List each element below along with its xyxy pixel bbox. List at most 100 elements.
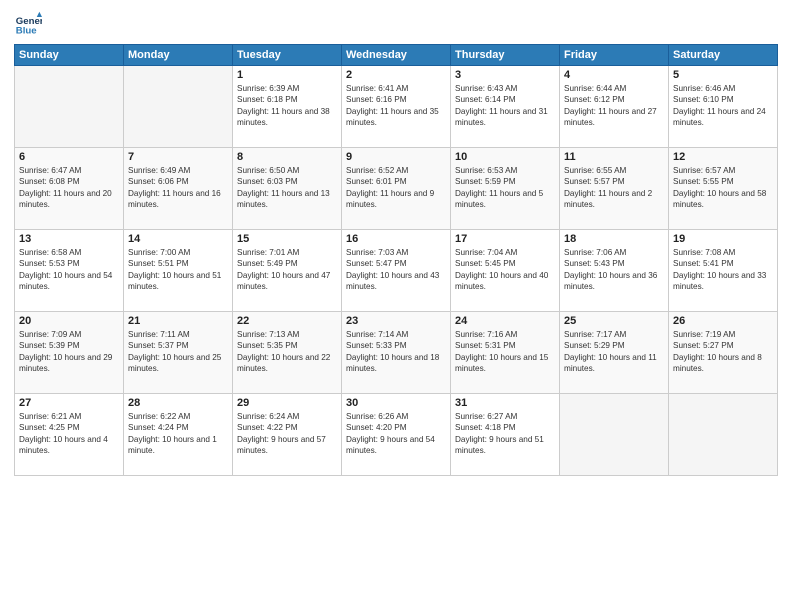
day-number: 18: [564, 233, 664, 245]
day-info: Sunrise: 7:16 AMSunset: 5:31 PMDaylight:…: [455, 329, 555, 375]
calendar-cell: 4 Sunrise: 6:44 AMSunset: 6:12 PMDaylight…: [560, 66, 669, 148]
day-number: 1: [237, 69, 337, 81]
calendar-cell: 6 Sunrise: 6:47 AMSunset: 6:08 PMDaylight…: [15, 148, 124, 230]
day-number: 10: [455, 151, 555, 163]
calendar-cell: 12 Sunrise: 6:57 AMSunset: 5:55 PMDayligh…: [669, 148, 778, 230]
calendar-cell: 30 Sunrise: 6:26 AMSunset: 4:20 PMDayligh…: [342, 394, 451, 476]
day-info: Sunrise: 6:52 AMSunset: 6:01 PMDaylight:…: [346, 165, 446, 211]
day-number: 19: [673, 233, 773, 245]
calendar-cell: 10 Sunrise: 6:53 AMSunset: 5:59 PMDayligh…: [451, 148, 560, 230]
day-number: 26: [673, 315, 773, 327]
calendar-week-row: 27 Sunrise: 6:21 AMSunset: 4:25 PMDayligh…: [15, 394, 778, 476]
day-number: 3: [455, 69, 555, 81]
calendar-week-row: 20Sunrise: 7:09 AMSunset: 5:39 PMDayligh…: [15, 312, 778, 394]
day-info: Sunrise: 7:03 AMSunset: 5:47 PMDaylight:…: [346, 247, 446, 293]
day-number: 7: [128, 151, 228, 163]
day-number: 2: [346, 69, 446, 81]
calendar-cell: 16 Sunrise: 7:03 AMSunset: 5:47 PMDayligh…: [342, 230, 451, 312]
day-number: 11: [564, 151, 664, 163]
day-info: Sunrise: 6:53 AMSunset: 5:59 PMDaylight:…: [455, 165, 555, 211]
day-number: 9: [346, 151, 446, 163]
header: General Blue: [14, 10, 778, 38]
calendar-cell: 9 Sunrise: 6:52 AMSunset: 6:01 PMDaylight…: [342, 148, 451, 230]
day-info: Sunrise: 6:39 AMSunset: 6:18 PMDaylight:…: [237, 83, 337, 129]
calendar-cell: 29Sunrise: 6:24 AMSunset: 4:22 PMDayligh…: [233, 394, 342, 476]
day-info: Sunrise: 7:00 AMSunset: 5:51 PMDaylight:…: [128, 247, 228, 293]
calendar-weekday-header: Monday: [124, 45, 233, 66]
calendar-cell: 22 Sunrise: 7:13 AMSunset: 5:35 PMDayligh…: [233, 312, 342, 394]
calendar-cell: 24 Sunrise: 7:16 AMSunset: 5:31 PMDayligh…: [451, 312, 560, 394]
calendar-weekday-header: Tuesday: [233, 45, 342, 66]
day-info: Sunrise: 7:14 AMSunset: 5:33 PMDaylight:…: [346, 329, 446, 375]
calendar-cell: 13 Sunrise: 6:58 AMSunset: 5:53 PMDayligh…: [15, 230, 124, 312]
day-number: 4: [564, 69, 664, 81]
calendar-cell: 2Sunrise: 6:41 AMSunset: 6:16 PMDaylight…: [342, 66, 451, 148]
day-number: 27: [19, 397, 119, 409]
day-number: 6: [19, 151, 119, 163]
calendar-cell: 14Sunrise: 7:00 AMSunset: 5:51 PMDayligh…: [124, 230, 233, 312]
calendar-weekday-header: Sunday: [15, 45, 124, 66]
day-number: 21: [128, 315, 228, 327]
day-info: Sunrise: 7:08 AMSunset: 5:41 PMDaylight:…: [673, 247, 773, 293]
day-info: Sunrise: 6:47 AMSunset: 6:08 PMDaylight:…: [19, 165, 119, 211]
day-number: 24: [455, 315, 555, 327]
day-info: Sunrise: 6:50 AMSunset: 6:03 PMDaylight:…: [237, 165, 337, 211]
day-number: 16: [346, 233, 446, 245]
calendar-cell: 27 Sunrise: 6:21 AMSunset: 4:25 PMDayligh…: [15, 394, 124, 476]
day-info: Sunrise: 6:58 AMSunset: 5:53 PMDaylight:…: [19, 247, 119, 293]
calendar-cell: [15, 66, 124, 148]
day-number: 13: [19, 233, 119, 245]
day-number: 12: [673, 151, 773, 163]
calendar-table: SundayMondayTuesdayWednesdayThursdayFrid…: [14, 44, 778, 476]
day-number: 29: [237, 397, 337, 409]
calendar-cell: 20Sunrise: 7:09 AMSunset: 5:39 PMDayligh…: [15, 312, 124, 394]
calendar-cell: 11 Sunrise: 6:55 AMSunset: 5:57 PMDayligh…: [560, 148, 669, 230]
day-info: Sunrise: 7:06 AMSunset: 5:43 PMDaylight:…: [564, 247, 664, 293]
day-number: 28: [128, 397, 228, 409]
calendar-week-row: 13 Sunrise: 6:58 AMSunset: 5:53 PMDayligh…: [15, 230, 778, 312]
calendar-cell: 28 Sunrise: 6:22 AMSunset: 4:24 PMDayligh…: [124, 394, 233, 476]
day-info: Sunrise: 6:26 AMSunset: 4:20 PMDaylight:…: [346, 411, 446, 457]
day-number: 22: [237, 315, 337, 327]
calendar-cell: 26 Sunrise: 7:19 AMSunset: 5:27 PMDayligh…: [669, 312, 778, 394]
calendar-weekday-header: Thursday: [451, 45, 560, 66]
calendar-cell: 7Sunrise: 6:49 AMSunset: 6:06 PMDaylight…: [124, 148, 233, 230]
day-info: Sunrise: 6:21 AMSunset: 4:25 PMDaylight:…: [19, 411, 119, 457]
day-info: Sunrise: 6:46 AMSunset: 6:10 PMDaylight:…: [673, 83, 773, 129]
day-number: 23: [346, 315, 446, 327]
calendar-weekday-header: Friday: [560, 45, 669, 66]
calendar-cell: 15Sunrise: 7:01 AMSunset: 5:49 PMDayligh…: [233, 230, 342, 312]
calendar-cell: [560, 394, 669, 476]
day-info: Sunrise: 6:44 AMSunset: 6:12 PMDaylight:…: [564, 83, 664, 129]
logo-icon: General Blue: [14, 10, 42, 38]
calendar-cell: 5 Sunrise: 6:46 AMSunset: 6:10 PMDaylight…: [669, 66, 778, 148]
calendar-page: General Blue SundayMondayTuesdayWednesda…: [0, 0, 792, 612]
svg-text:Blue: Blue: [16, 26, 37, 37]
calendar-cell: 19 Sunrise: 7:08 AMSunset: 5:41 PMDayligh…: [669, 230, 778, 312]
day-info: Sunrise: 6:22 AMSunset: 4:24 PMDaylight:…: [128, 411, 228, 457]
day-info: Sunrise: 6:27 AMSunset: 4:18 PMDaylight:…: [455, 411, 555, 457]
day-info: Sunrise: 7:17 AMSunset: 5:29 PMDaylight:…: [564, 329, 664, 375]
calendar-cell: 18 Sunrise: 7:06 AMSunset: 5:43 PMDayligh…: [560, 230, 669, 312]
calendar-cell: 21 Sunrise: 7:11 AMSunset: 5:37 PMDayligh…: [124, 312, 233, 394]
calendar-cell: 1 Sunrise: 6:39 AMSunset: 6:18 PMDaylight…: [233, 66, 342, 148]
day-number: 30: [346, 397, 446, 409]
day-info: Sunrise: 6:57 AMSunset: 5:55 PMDaylight:…: [673, 165, 773, 211]
calendar-week-row: 1 Sunrise: 6:39 AMSunset: 6:18 PMDaylight…: [15, 66, 778, 148]
calendar-cell: [669, 394, 778, 476]
day-info: Sunrise: 7:13 AMSunset: 5:35 PMDaylight:…: [237, 329, 337, 375]
day-number: 5: [673, 69, 773, 81]
day-info: Sunrise: 7:11 AMSunset: 5:37 PMDaylight:…: [128, 329, 228, 375]
day-number: 17: [455, 233, 555, 245]
calendar-cell: 3Sunrise: 6:43 AMSunset: 6:14 PMDaylight…: [451, 66, 560, 148]
day-number: 20: [19, 315, 119, 327]
day-number: 31: [455, 397, 555, 409]
day-info: Sunrise: 7:01 AMSunset: 5:49 PMDaylight:…: [237, 247, 337, 293]
calendar-cell: 8 Sunrise: 6:50 AMSunset: 6:03 PMDaylight…: [233, 148, 342, 230]
day-info: Sunrise: 6:55 AMSunset: 5:57 PMDaylight:…: [564, 165, 664, 211]
calendar-weekday-header: Saturday: [669, 45, 778, 66]
day-number: 8: [237, 151, 337, 163]
logo: General Blue: [14, 10, 46, 38]
day-info: Sunrise: 7:19 AMSunset: 5:27 PMDaylight:…: [673, 329, 773, 375]
calendar-cell: 31 Sunrise: 6:27 AMSunset: 4:18 PMDayligh…: [451, 394, 560, 476]
